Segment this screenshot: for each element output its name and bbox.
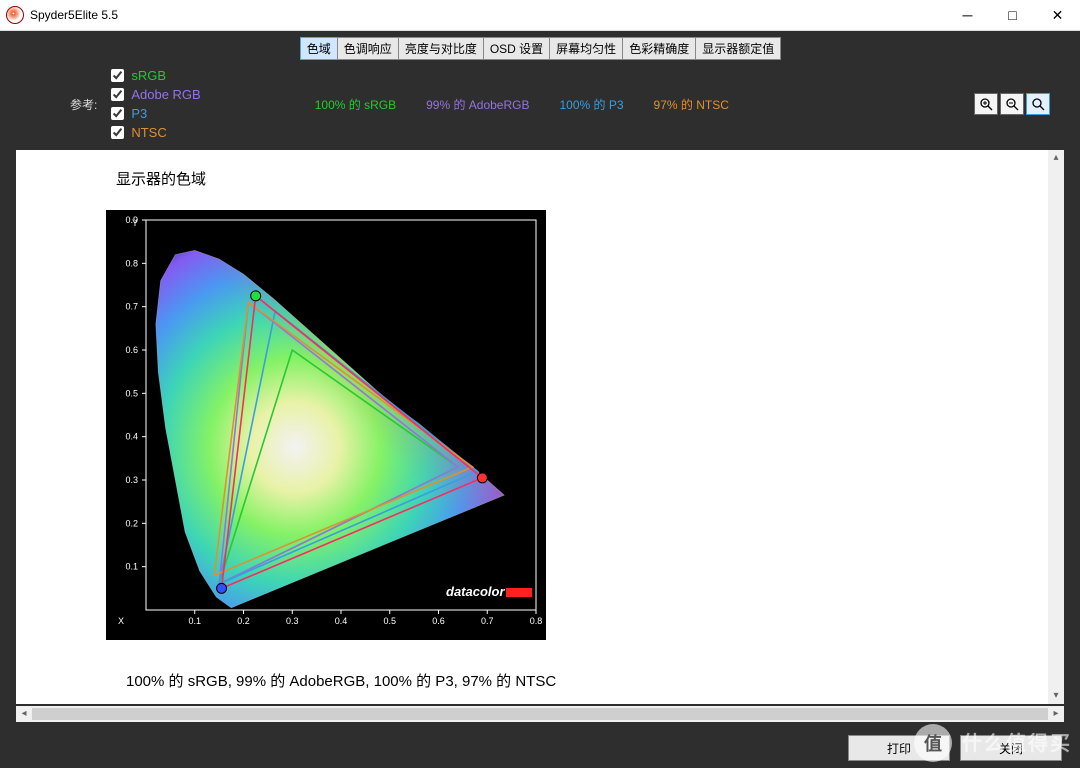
titlebar: Spyder5Elite 5.5 ─ □ ✕ bbox=[0, 0, 1080, 31]
ref-check-p3[interactable]: P3 bbox=[107, 104, 200, 123]
minimize-button[interactable]: ─ bbox=[945, 0, 990, 30]
ref-label: Adobe RGB bbox=[131, 87, 200, 102]
coverage-value: 100% 的 P3 bbox=[559, 96, 623, 113]
horizontal-scrollbar[interactable]: ◂ ▸ bbox=[16, 706, 1064, 722]
svg-text:0.3: 0.3 bbox=[286, 616, 299, 626]
close-window-button[interactable]: ✕ bbox=[1035, 0, 1080, 30]
reference-row: 参考: sRGB Adobe RGB P3 NTSC 100% 的 sRGB 99% 的… bbox=[0, 60, 1080, 150]
svg-text:0.8: 0.8 bbox=[530, 616, 543, 626]
scroll-right-icon[interactable]: ▸ bbox=[1048, 706, 1064, 722]
svg-text:Y: Y bbox=[132, 218, 138, 228]
app-icon bbox=[6, 6, 24, 24]
gamut-chart: 0.1 0.2 0.3 0.4 0.5 0.6 0.7 0.8 0.1 0.2 0.3 0.4 0.5 0… bbox=[106, 210, 546, 640]
ref-check-srgb[interactable]: sRGB bbox=[107, 66, 200, 85]
content-frame: 显示器的色域 0.1 0.2 0.3 0.4 0.5 0.6 0.7 0.8 0.1 0.2 0.3… bbox=[16, 150, 1064, 704]
zoom-fit-button[interactable] bbox=[1026, 93, 1050, 115]
window-title: Spyder5Elite 5.5 bbox=[30, 8, 118, 22]
tab-bar: 色域色调响应亮度与对比度OSD 设置屏幕均匀性色彩精确度显示器额定值 bbox=[0, 31, 1080, 60]
zoom-out-button[interactable] bbox=[1000, 93, 1024, 115]
coverage-value: 99% 的 AdobeRGB bbox=[426, 96, 529, 113]
coverage-summary: 100% 的 sRGB, 99% 的 AdobeRGB, 100% 的 P3, … bbox=[126, 670, 556, 691]
vertical-scrollbar[interactable]: ▴ ▾ bbox=[1048, 150, 1064, 704]
coverage-value: 100% 的 sRGB bbox=[315, 96, 396, 113]
svg-text:0.4: 0.4 bbox=[335, 616, 348, 626]
ref-label: P3 bbox=[131, 106, 147, 121]
zoom-in-button[interactable] bbox=[974, 93, 998, 115]
coverage-value: 97% 的 NTSC bbox=[654, 96, 729, 113]
svg-text:0.1: 0.1 bbox=[125, 562, 138, 572]
scroll-up-icon[interactable]: ▴ bbox=[1048, 150, 1064, 166]
tab-2[interactable]: 亮度与对比度 bbox=[398, 37, 484, 60]
svg-text:0.5: 0.5 bbox=[383, 616, 396, 626]
svg-text:datacolor: datacolor bbox=[446, 584, 505, 599]
checkbox[interactable] bbox=[111, 69, 124, 82]
svg-text:0.7: 0.7 bbox=[481, 616, 494, 626]
svg-text:0.8: 0.8 bbox=[125, 258, 138, 268]
close-button[interactable]: 关闭 bbox=[960, 735, 1062, 761]
coverage-results: 100% 的 sRGB 99% 的 AdobeRGB 100% 的 P3 97% 的 … bbox=[315, 96, 729, 113]
svg-text:0.6: 0.6 bbox=[125, 345, 138, 355]
svg-text:0.5: 0.5 bbox=[125, 388, 138, 398]
tab-3[interactable]: OSD 设置 bbox=[483, 37, 550, 60]
ref-check-adobergb[interactable]: Adobe RGB bbox=[107, 85, 200, 104]
ref-label: NTSC bbox=[131, 125, 166, 140]
ref-check-ntsc[interactable]: NTSC bbox=[107, 123, 200, 142]
svg-text:0.4: 0.4 bbox=[125, 432, 138, 442]
svg-text:0.3: 0.3 bbox=[125, 475, 138, 485]
tab-4[interactable]: 屏幕均匀性 bbox=[549, 37, 623, 60]
scroll-thumb[interactable] bbox=[32, 708, 1048, 720]
svg-text:0.2: 0.2 bbox=[237, 616, 250, 626]
tab-6[interactable]: 显示器额定值 bbox=[695, 37, 781, 60]
scroll-left-icon[interactable]: ◂ bbox=[16, 706, 32, 722]
ref-label: sRGB bbox=[131, 68, 166, 83]
svg-text:X: X bbox=[118, 616, 124, 626]
footer: 打印 关闭 bbox=[0, 728, 1080, 768]
reference-label: 参考: bbox=[70, 96, 97, 113]
tab-5[interactable]: 色彩精确度 bbox=[622, 37, 696, 60]
tab-1[interactable]: 色调响应 bbox=[337, 37, 399, 60]
svg-text:0.1: 0.1 bbox=[188, 616, 201, 626]
tab-0[interactable]: 色域 bbox=[300, 37, 338, 60]
svg-text:0.2: 0.2 bbox=[125, 518, 138, 528]
maximize-button[interactable]: □ bbox=[990, 0, 1035, 30]
svg-text:0.7: 0.7 bbox=[125, 302, 138, 312]
scroll-down-icon[interactable]: ▾ bbox=[1048, 688, 1064, 704]
checkbox[interactable] bbox=[111, 126, 124, 139]
checkbox[interactable] bbox=[111, 88, 124, 101]
page-heading: 显示器的色域 bbox=[116, 168, 206, 189]
print-button[interactable]: 打印 bbox=[848, 735, 950, 761]
checkbox[interactable] bbox=[111, 107, 124, 120]
zoom-controls bbox=[974, 93, 1050, 115]
svg-text:0.6: 0.6 bbox=[432, 616, 445, 626]
